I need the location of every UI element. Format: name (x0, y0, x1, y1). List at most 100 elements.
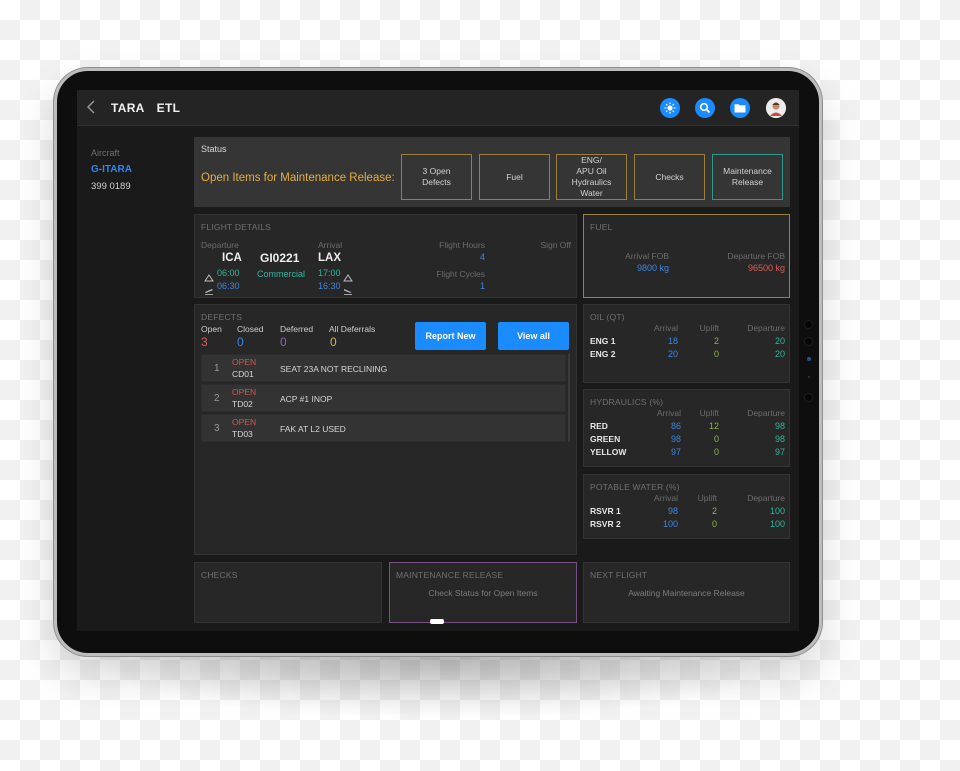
flight-details-panel: FLIGHT DETAILS Departure Arrival ICA GI0… (194, 214, 577, 298)
oil-uplift-header: Uplift (699, 323, 719, 333)
oil-departure-value: 20 (774, 336, 785, 346)
aircraft-registration[interactable]: G-ITARA (91, 164, 132, 175)
defect-description: SEAT 23A NOT RECLINING (280, 364, 388, 374)
hydraulics-arrival-value: 97 (670, 447, 681, 457)
camera-cluster (802, 318, 816, 408)
arrival-fob-value: 9800 kg (636, 263, 669, 273)
oil-departure-header: Departure (747, 323, 785, 333)
all-deferrals-count[interactable]: 0 (330, 335, 337, 349)
hydraulics-row-name: RED (590, 421, 608, 431)
hydraulics-arrival-value: 86 (670, 421, 681, 431)
oil-row-name: ENG 1 (590, 336, 616, 346)
hydraulics-departure-value: 98 (774, 434, 785, 444)
top-bar: TARA ETL (77, 90, 799, 126)
status-item-checks[interactable]: Checks (634, 154, 705, 200)
next-flight-panel[interactable]: NEXT FLIGHT Awaiting Maintenance Release (583, 562, 790, 623)
checks-title: CHECKS (201, 570, 238, 580)
water-departure-value: 100 (769, 519, 785, 529)
home-indicator[interactable] (430, 619, 444, 624)
defect-status: OPEN (232, 417, 257, 427)
deferred-count-label: Deferred (280, 324, 314, 334)
fuel-panel: FUEL Arrival FOB 9800 kg Departure FOB 9… (583, 214, 790, 298)
potable-water-title: POTABLE WATER (%) (590, 482, 680, 492)
title-secondary: ETL (156, 101, 181, 115)
water-row-name: RSVR 2 (590, 519, 621, 529)
next-flight-message: Awaiting Maintenance Release (628, 588, 745, 598)
actual-arrival-time: 16:30 (318, 281, 341, 291)
defect-description: FAK AT L2 USED (280, 424, 346, 434)
maintenance-release-panel[interactable]: MAINTENANCE RELEASE Check Status for Ope… (389, 562, 577, 623)
camera-lens-icon (804, 393, 813, 402)
title-primary: TARA (111, 101, 145, 115)
departure-label: Departure (201, 240, 239, 250)
checks-panel[interactable]: CHECKS (194, 562, 382, 623)
water-arrival-header: Arrival (653, 493, 678, 503)
status-item-open-defects[interactable]: 3 Open Defects (401, 154, 472, 200)
closed-count[interactable]: 0 (237, 335, 244, 349)
hydraulics-arrival-header: Arrival (656, 408, 681, 418)
search-icon[interactable] (695, 98, 715, 118)
takeoff-icon (204, 282, 214, 300)
brightness-icon[interactable] (660, 98, 680, 118)
hydraulics-arrival-value: 98 (670, 434, 681, 444)
status-item-maintenance-release[interactable]: Maintenance Release (712, 154, 783, 200)
next-flight-title: NEXT FLIGHT (590, 570, 648, 580)
defect-index: 1 (214, 363, 220, 374)
oil-row-name: ENG 2 (590, 349, 616, 359)
folder-icon[interactable] (730, 98, 750, 118)
hydraulics-uplift-value: 0 (713, 447, 719, 457)
open-count[interactable]: 3 (201, 335, 208, 349)
scheduled-departure-time: 06:00 (217, 268, 240, 278)
oil-panel: OIL (QT) Arrival Uplift Departure ENG 1 … (583, 304, 790, 383)
deferred-count[interactable]: 0 (280, 335, 287, 349)
water-uplift-value: 0 (711, 519, 717, 529)
flight-number: GI0221 (260, 251, 300, 265)
oil-title: OIL (QT) (590, 312, 625, 322)
hydraulics-departure-value: 98 (774, 421, 785, 431)
departure-airport: ICA (222, 252, 242, 264)
all-deferrals-label: All Deferrals (329, 324, 376, 334)
defect-row[interactable]: 1 OPEN CD01 SEAT 23A NOT RECLINING (201, 354, 566, 382)
defect-index: 2 (214, 393, 220, 404)
status-item-line: Release (731, 177, 764, 187)
report-new-button[interactable]: Report New (415, 322, 486, 350)
status-item-line: Fuel (506, 171, 523, 182)
landing-icon (343, 282, 353, 300)
defect-row[interactable]: 2 OPEN TD02 ACP #1 INOP (201, 384, 566, 412)
camera-lens-icon (804, 337, 813, 346)
status-item-line: Maintenance (723, 166, 772, 176)
camera-lens-icon (804, 320, 813, 329)
potable-water-panel: POTABLE WATER (%) Arrival Uplift Departu… (583, 474, 790, 539)
status-item-eng-apu-oil-hydraulics-water[interactable]: ENG/APU Oil Hydraulics Water (556, 154, 627, 200)
hydraulics-panel: HYDRAULICS (%) Arrival Uplift Departure … (583, 389, 790, 467)
status-item-line: Water (580, 188, 603, 198)
flight-type: Commercial (257, 269, 306, 279)
maintenance-release-message: Check Status for Open Items (428, 588, 538, 598)
arrival-fob-label: Arrival FOB (625, 251, 669, 261)
fuel-title: FUEL (590, 222, 613, 232)
defects-panel: DEFECTS Open 3 Closed 0 Deferred 0 All D… (194, 304, 577, 555)
view-all-button[interactable]: View all (498, 322, 569, 350)
flight-details-title: FLIGHT DETAILS (201, 222, 272, 232)
hydraulics-row-name: GREEN (590, 434, 621, 444)
app-title: TARA ETL (111, 101, 180, 115)
actual-departure-time: 06:30 (217, 281, 240, 291)
status-item-fuel[interactable]: Fuel (479, 154, 550, 200)
departure-fob-label: Departure FOB (727, 251, 785, 261)
defect-row[interactable]: 3 OPEN TD03 FAK AT L2 USED (201, 414, 566, 442)
arrival-label: Arrival (318, 240, 343, 250)
chevron-left-icon[interactable] (86, 99, 96, 119)
hydraulics-uplift-value: 12 (708, 421, 719, 431)
water-row-name: RSVR 1 (590, 506, 621, 516)
defect-status: OPEN (232, 387, 257, 397)
scheduled-arrival-time: 17:00 (318, 268, 341, 278)
defects-scrollbar[interactable] (568, 354, 570, 442)
sensor-icon (808, 376, 810, 378)
user-avatar[interactable] (766, 98, 786, 118)
oil-arrival-value: 20 (667, 349, 678, 359)
hydraulics-row-name: YELLOW (590, 447, 627, 457)
water-uplift-value: 2 (711, 506, 717, 516)
status-label: Status (201, 144, 227, 154)
sign-off-label[interactable]: Sign Off (495, 240, 571, 250)
defects-title: DEFECTS (201, 312, 243, 322)
